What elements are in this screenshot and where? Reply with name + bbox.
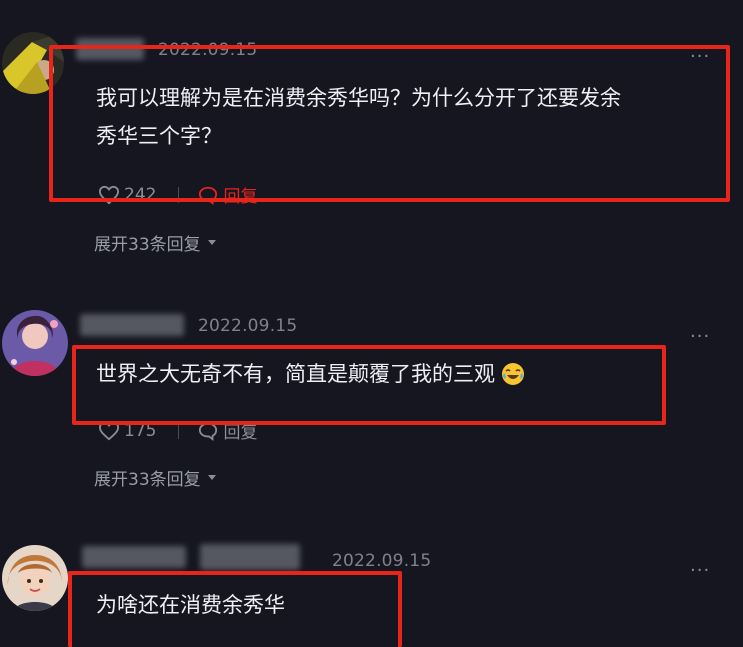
avatar[interactable] bbox=[2, 545, 68, 611]
chevron-down-icon bbox=[207, 474, 216, 480]
more-icon[interactable]: ··· bbox=[690, 328, 710, 346]
comment-date: 2022.09.15 bbox=[332, 551, 432, 571]
more-icon[interactable]: ··· bbox=[690, 562, 710, 580]
avatar[interactable] bbox=[2, 310, 68, 376]
expand-replies-button[interactable]: 展开33条回复 bbox=[94, 465, 217, 490]
highlight-box bbox=[49, 45, 730, 202]
expand-replies-button[interactable]: 展开33条回复 bbox=[94, 230, 217, 255]
username-blurred[interactable] bbox=[82, 546, 186, 568]
username-blurred[interactable] bbox=[80, 314, 184, 336]
expand-replies-label: 展开33条回复 bbox=[94, 470, 201, 490]
highlight-box bbox=[72, 345, 666, 425]
expand-replies-label: 展开33条回复 bbox=[94, 235, 201, 255]
comment-date: 2022.09.15 bbox=[198, 316, 298, 336]
username-blurred-secondary bbox=[200, 544, 300, 570]
highlight-box bbox=[68, 571, 402, 647]
chevron-down-icon bbox=[207, 239, 216, 245]
